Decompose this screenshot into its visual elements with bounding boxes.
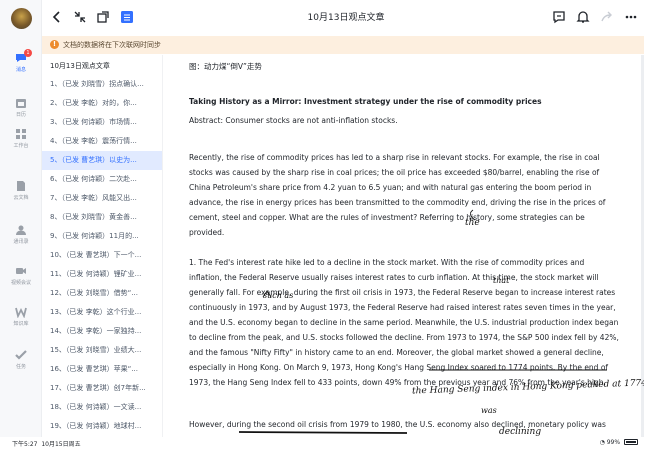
rail-item-wiki[interactable]: 知识库: [0, 306, 42, 327]
abstract-text: Abstract: Consumer stocks are not anti-i…: [189, 116, 398, 125]
workspace-icon: [16, 129, 26, 139]
task-check-icon: [15, 350, 27, 360]
status-right: ◔ 99%: [600, 439, 638, 446]
unread-badge: 1: [24, 49, 32, 57]
avatar[interactable]: [11, 8, 32, 29]
outline-item[interactable]: 2、（已发 李乾）对的，你...: [42, 94, 162, 113]
ink-note-such-as: such as: [263, 291, 294, 300]
outline-item[interactable]: 6、（已发 何诗颖）二次赴...: [42, 170, 162, 189]
outline-item[interactable]: 13、（已发 李乾）这个行业...: [42, 303, 162, 322]
rail-item-contacts[interactable]: 通讯录: [0, 224, 42, 245]
outline-item[interactable]: 7、（已发 李乾）风能又出...: [42, 189, 162, 208]
rail-item-calendar[interactable]: 日历: [0, 97, 42, 118]
comment-icon[interactable]: [552, 10, 566, 24]
rail-label: 日历: [15, 112, 26, 118]
status-bar: 下午5:27 10月15日周五 ◔ 99%: [0, 437, 650, 455]
figure-caption: 图：动力煤“倒V”走势: [189, 62, 262, 71]
bell-icon[interactable]: [576, 10, 590, 24]
wiki-icon: [15, 307, 27, 318]
rail-label: 任务: [15, 364, 26, 370]
rail-item-messages[interactable]: 1 消息: [0, 49, 42, 73]
rail-item-video-meeting[interactable]: 视频会议: [0, 265, 42, 286]
more-icon[interactable]: [624, 10, 638, 24]
ink-underline-crisis: [238, 431, 408, 434]
rail-item-workspace[interactable]: 工作台: [0, 128, 42, 149]
paragraph-second-oil-crisis: However, during the second oil crisis fr…: [189, 420, 606, 429]
top-toolbar: 10月13日观点文章: [42, 0, 650, 35]
outline-item[interactable]: 18、（已发 何诗颖）一文读...: [42, 398, 162, 417]
rail-label: 云文档: [13, 195, 29, 201]
rail-label: 通讯录: [13, 239, 29, 245]
outline-list-icon[interactable]: [120, 10, 134, 24]
outline-item[interactable]: 3、（已发 何诗颖）市场情...: [42, 113, 162, 132]
wifi-icon: ◔: [599, 439, 605, 446]
outline-item[interactable]: 1、（已发 刘晓雪）拐点确认...: [42, 75, 162, 94]
outline-item-active[interactable]: 5、（已发 曹艺琪）以史为...: [42, 151, 162, 170]
ink-note-the: the: [465, 218, 480, 228]
document-heading: Taking History as a Mirror: Investment s…: [189, 97, 542, 106]
rail-label: 工作台: [13, 143, 29, 149]
document-body[interactable]: 图：动力煤“倒V”走势 Taking History as a Mirror: …: [163, 55, 644, 437]
outline-item[interactable]: 12、（已发 刘晓雪）借势“...: [42, 284, 162, 303]
sync-notice-text: 文档的数据将在下次联网时同步: [63, 41, 161, 49]
outline-item[interactable]: 10、（已发 曹艺琪）下一个...: [42, 246, 162, 265]
collapse-icon[interactable]: [73, 10, 87, 24]
outline-item[interactable]: 17、（已发 曹艺琪）创7年新...: [42, 379, 162, 398]
external-window-icon[interactable]: [96, 10, 110, 24]
status-clock: 下午5:27: [12, 441, 38, 448]
warning-icon: !: [50, 40, 59, 49]
ink-note-was: was: [481, 406, 497, 415]
outline-item[interactable]: 8、（已发 刘晓雪）黄金善...: [42, 208, 162, 227]
outline-item[interactable]: 9、（已发 何诗颖）11月的...: [42, 227, 162, 246]
contacts-icon: [16, 225, 26, 235]
ink-note-that: that: [493, 276, 510, 285]
calendar-icon: [16, 99, 26, 108]
outline-item[interactable]: 11、（已发 何诗颖）锂矿业...: [42, 265, 162, 284]
battery-percent: 99%: [606, 439, 621, 446]
rail-label: 消息: [15, 67, 26, 73]
outline-item[interactable]: 16、（已发 曹艺琪）苹果“...: [42, 360, 162, 379]
rail-item-tasks[interactable]: 任务: [0, 349, 42, 370]
back-chevron-icon[interactable]: [50, 10, 64, 24]
outline-item[interactable]: 4、（已发 李乾）震荡行情...: [42, 132, 162, 151]
rail-label: 知识库: [13, 321, 29, 327]
paragraph-intro: Recently, the rise of commodity prices h…: [189, 153, 606, 237]
ink-note-declining: declining: [499, 427, 542, 437]
rail-item-cloud-docs[interactable]: 云文档: [0, 180, 42, 201]
share-icon[interactable]: [600, 10, 614, 24]
status-time: 下午5:27 10月15日周五: [12, 439, 81, 448]
cloud-doc-icon: [17, 181, 25, 191]
outline-item[interactable]: 19、（已发 何诗颖）地球村...: [42, 417, 162, 436]
outline-item[interactable]: 14、（已发 李乾）一家独持...: [42, 322, 162, 341]
video-icon: [16, 268, 26, 274]
battery-icon: [624, 439, 638, 445]
paragraph-fed-rate: 1. The Fed's interest rate hike led to a…: [189, 258, 619, 387]
outline-title: 10月13日观点文章: [50, 62, 110, 70]
outline-item[interactable]: 15、（已发 刘晓雪）业绩大...: [42, 341, 162, 360]
rail-label: 视频会议: [10, 280, 31, 286]
status-date: 10月15日周五: [41, 441, 81, 448]
outline-panel: 10月13日观点文章 1、（已发 刘晓雪）拐点确认... 2、（已发 李乾）对的…: [42, 55, 163, 437]
nav-rail: 1 消息 日历 工作台 云文档 通讯录 视频会议 知识库 任务: [0, 0, 42, 455]
sync-notice-banner: ! 文档的数据将在下次联网时同步: [42, 36, 644, 54]
